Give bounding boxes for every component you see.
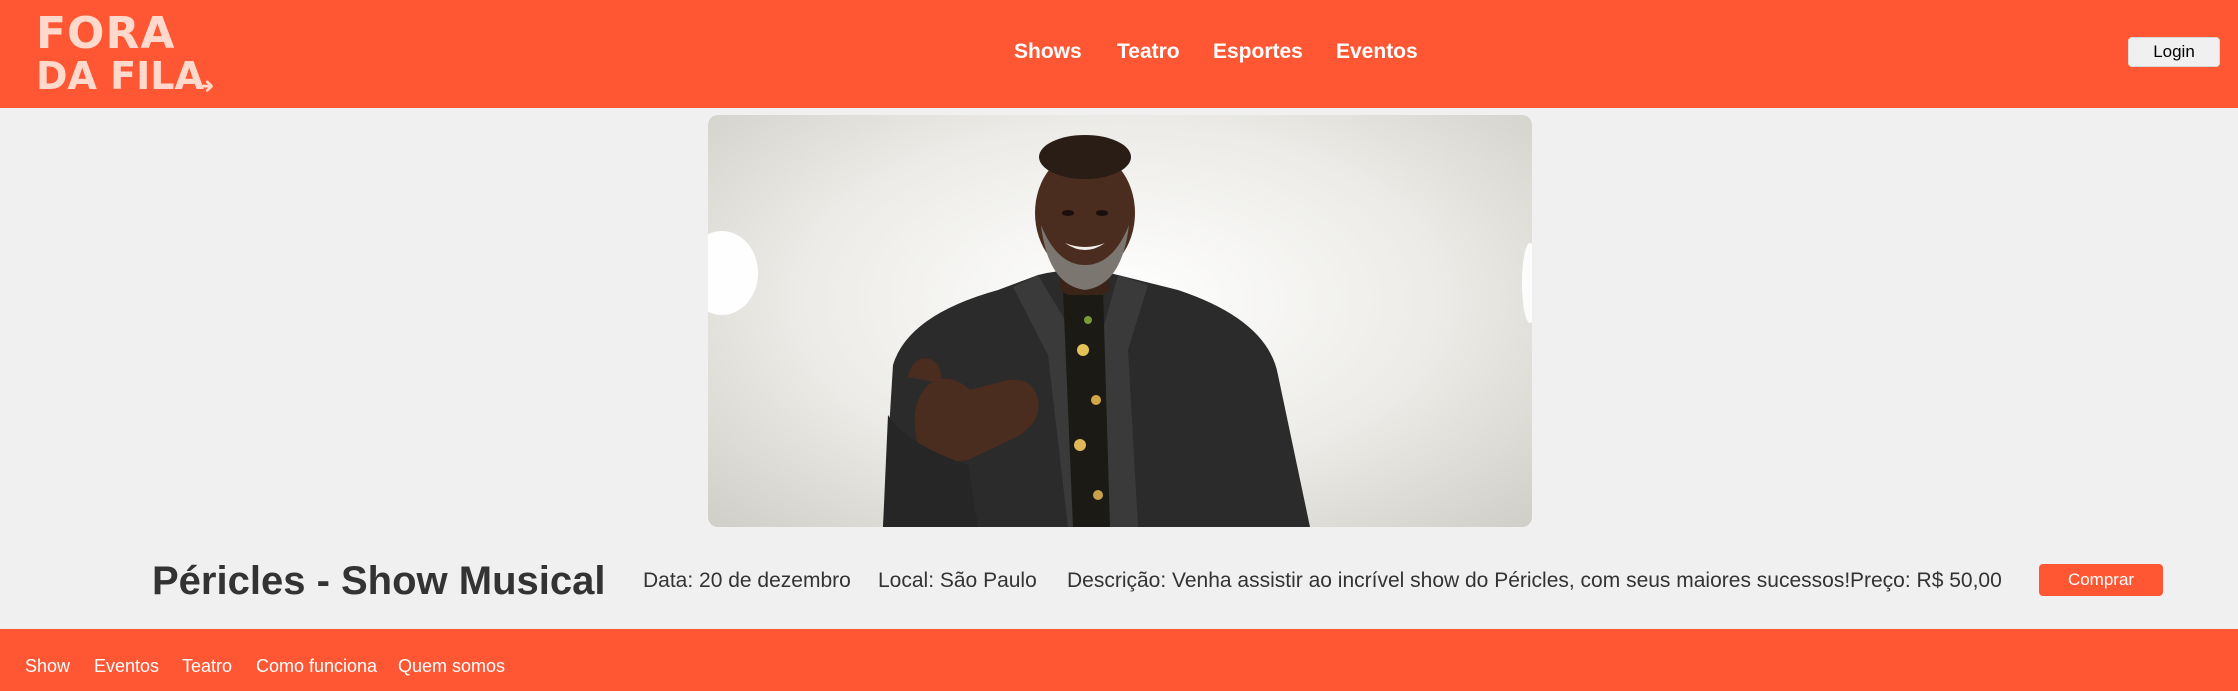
login-button[interactable]: Login xyxy=(2128,37,2220,67)
footer-link-teatro[interactable]: Teatro xyxy=(182,655,232,677)
event-location: Local: São Paulo xyxy=(878,569,1037,592)
footer-link-como-funciona[interactable]: Como funciona xyxy=(256,655,377,677)
footer-link-eventos[interactable]: Eventos xyxy=(94,655,159,677)
footer-link-quem-somos[interactable]: Quem somos xyxy=(398,655,505,677)
footer-link-show[interactable]: Show xyxy=(25,655,70,677)
nav-link-shows[interactable]: Shows xyxy=(1014,38,1082,66)
performer-photo xyxy=(708,135,1532,527)
event-info-bar: Péricles - Show Musical Data: 20 de deze… xyxy=(0,556,2238,606)
event-title: Péricles - Show Musical xyxy=(152,559,606,603)
main-nav: Shows Teatro Esportes Eventos xyxy=(0,38,2238,68)
event-date: Data: 20 de dezembro xyxy=(643,569,851,592)
event-hero-image xyxy=(708,115,1532,527)
event-description: Descrição: Venha assistir ao incrível sh… xyxy=(1067,569,1851,592)
nav-link-esportes[interactable]: Esportes xyxy=(1213,38,1303,66)
logo-arrow-icon: ➜ xyxy=(196,74,215,99)
nav-link-teatro[interactable]: Teatro xyxy=(1117,38,1180,66)
event-price: Preço: R$ 50,00 xyxy=(1850,569,2002,592)
buy-button[interactable]: Comprar xyxy=(2039,564,2163,596)
site-footer: Show Eventos Teatro Como funciona Quem s… xyxy=(0,629,2238,691)
nav-link-eventos[interactable]: Eventos xyxy=(1336,38,1418,66)
site-header: FORA DA FILA ➜ Shows Teatro Esportes Eve… xyxy=(0,0,2238,108)
